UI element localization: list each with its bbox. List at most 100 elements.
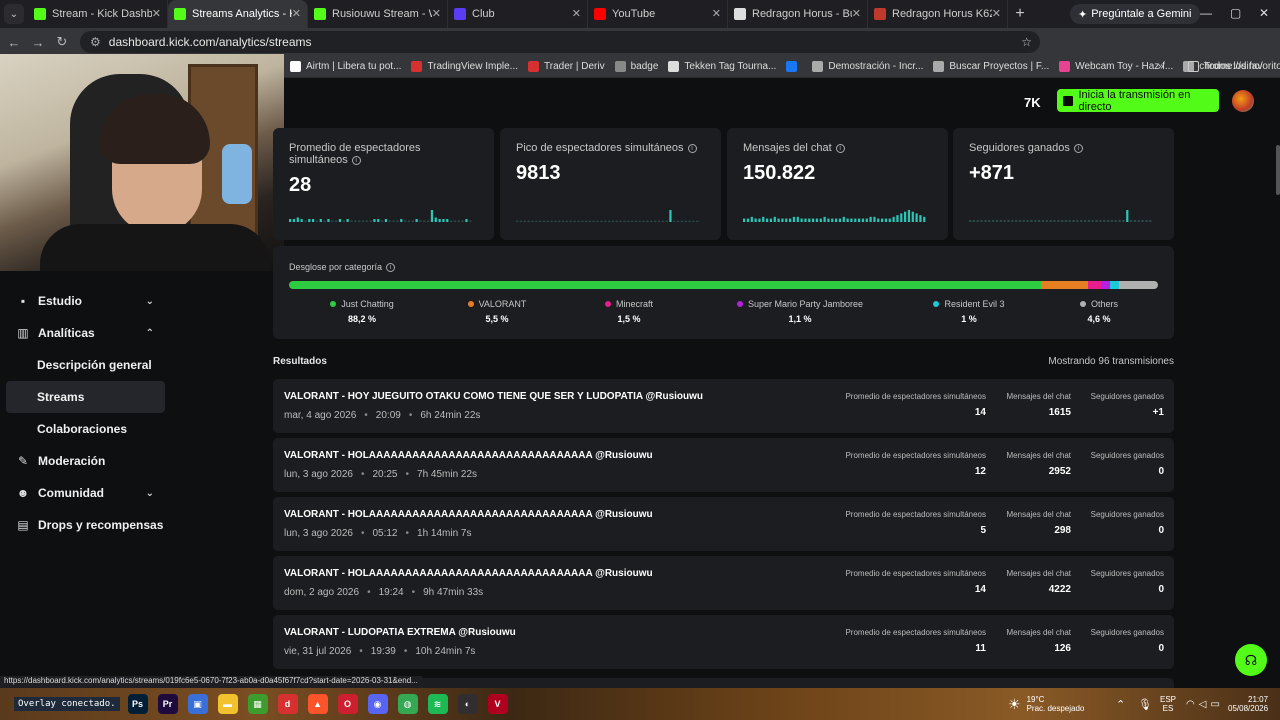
folder-icon[interactable]: ▬	[217, 694, 238, 714]
minimize-icon[interactable]: —	[1200, 6, 1212, 20]
table-row[interactable]: VALORANT - HOLAAAAAAAAAAAAAAAAAAAAAAAAAA…	[273, 497, 1174, 551]
tab-close-icon[interactable]: ✕	[712, 7, 721, 20]
chrome-icon[interactable]: ◍	[397, 694, 418, 714]
language-indicator[interactable]: ESP ES	[1160, 688, 1176, 720]
sidebar-item-moderacion[interactable]: ✎ Moderación	[0, 445, 170, 477]
sidebar-item-comunidad[interactable]: ☻ Comunidad ⌄	[0, 477, 170, 509]
table-row[interactable]: VALORANT - HOLAAAAAAAAAAAAAAAAAAAAAAAAAA…	[273, 556, 1174, 610]
spotify-icon[interactable]: ≋	[427, 694, 448, 714]
chevron-down-icon: ⌄	[145, 487, 154, 499]
gemini-button[interactable]: ✦ Pregúntale a Gemini	[1070, 4, 1200, 24]
category-bar-segment	[1118, 281, 1158, 289]
tab-favicon-icon	[594, 8, 606, 20]
maximize-icon[interactable]: ▢	[1230, 6, 1241, 20]
tab-4[interactable]: Club ✕	[448, 0, 588, 28]
tab-close-icon[interactable]: ✕	[852, 7, 861, 20]
url-input[interactable]: ⚙ dashboard.kick.com/analytics/streams ☆	[80, 31, 1040, 53]
stream-title[interactable]: VALORANT - HOLAAAAAAAAAAAAAAAAAAAAAAAAAA…	[284, 450, 653, 461]
sidebar-item-streams[interactable]: Streams	[6, 381, 165, 413]
brave-icon[interactable]: ▲	[307, 694, 328, 714]
sparkline-bar	[442, 219, 445, 222]
discord-icon[interactable]: ◉	[367, 694, 388, 714]
support-chat-icon[interactable]: ☊	[1235, 644, 1267, 676]
info-icon[interactable]: i	[1073, 143, 1083, 153]
tab-close-icon[interactable]: ✕	[572, 7, 581, 20]
bookmark-item[interactable]: Airtm | Libera tu pot...	[290, 61, 401, 72]
tab-list: Stream - Kick Dashboard✕Streams Analytic…	[28, 0, 1008, 28]
bookmark-star-icon[interactable]: ☆	[1021, 35, 1032, 49]
microphone-icon[interactable]: 🎙	[1138, 688, 1152, 720]
webcam-body	[40, 224, 270, 271]
tab-6[interactable]: Redragon Horus - Buscar✕	[728, 0, 868, 28]
photoshop-icon[interactable]: Ps	[127, 694, 148, 714]
close-window-icon[interactable]: ✕	[1259, 6, 1269, 20]
site-info-icon[interactable]: ⚙	[90, 35, 101, 49]
opera-icon[interactable]: O	[337, 694, 358, 714]
tab-5[interactable]: YouTube ✕	[588, 0, 728, 28]
table-row[interactable]: VALORANT - HOY JUEGUITO OTAKU COMO TIENE…	[273, 379, 1174, 433]
tab-close-icon[interactable]: ✕	[292, 7, 301, 20]
sparkline-bar	[608, 220, 611, 222]
tab-1[interactable]: Stream - Kick Dashboard✕	[28, 0, 168, 28]
table-row[interactable]: VALORANT - LUDOPATIA EXTREMA @Rusiouwu vi…	[273, 615, 1174, 669]
sparkline-bar	[1107, 220, 1110, 222]
tab-search-icon[interactable]: ⌄	[4, 4, 24, 24]
info-icon[interactable]: i	[835, 143, 845, 153]
tab-close-icon[interactable]: ✕	[432, 7, 441, 20]
sidebar-item-drops[interactable]: ▤ Drops y recompensas	[0, 509, 170, 541]
bookmark-item[interactable]: badge	[614, 61, 658, 72]
chevron-up-icon: ⌃	[145, 327, 154, 339]
tab-2[interactable]: Streams Analytics - Kick Da✕	[168, 0, 308, 28]
obs-icon[interactable]: ◐	[457, 694, 478, 714]
sidebar-item-colaboraciones[interactable]: Colaboraciones	[0, 413, 170, 445]
clock[interactable]: 21:07 05/08/2026	[1228, 688, 1268, 720]
back-icon[interactable]: ←	[2, 35, 26, 50]
store-icon[interactable]: ▣	[187, 694, 208, 714]
forward-icon[interactable]: →	[26, 35, 50, 50]
weather-widget[interactable]: ☀ 19°C Prac. despejado	[1008, 688, 1084, 720]
bookmark-item[interactable]: Demostración - Incr...	[812, 61, 923, 72]
info-icon[interactable]: i	[687, 143, 697, 153]
sidebar-item-estudio[interactable]: ▪ Estudio ⌄	[0, 285, 170, 317]
stream-title[interactable]: VALORANT - HOY JUEGUITO OTAKU COMO TIENE…	[284, 391, 703, 402]
sparkline-bar	[1041, 220, 1045, 222]
sparkline-bar	[812, 218, 815, 222]
bookmark-item[interactable]: TradingView Imple...	[411, 61, 518, 72]
bookmarks-overflow-icon[interactable]: »	[1158, 61, 1164, 72]
stream-title[interactable]: VALORANT - HOLAAAAAAAAAAAAAAAAAAAAAAAAAA…	[284, 509, 653, 520]
sparkline-bar	[1068, 220, 1071, 222]
deriv-icon[interactable]: d	[277, 694, 298, 714]
bookmark-item[interactable]: Webcam Toy - Haz f...	[1059, 61, 1173, 72]
sparkline-bar	[358, 220, 361, 222]
voicemeeter-icon[interactable]: V	[487, 694, 508, 714]
info-icon[interactable]: i	[386, 263, 396, 273]
kick-logo[interactable]: 7K	[1024, 95, 1041, 110]
tray-chevron-icon[interactable]: ⌃	[1116, 688, 1125, 720]
scrollbar[interactable]	[1276, 145, 1280, 195]
reload-icon[interactable]: ↻	[50, 34, 74, 50]
bookmark-item[interactable]	[786, 61, 802, 72]
new-tab-button[interactable]: +	[1008, 5, 1032, 23]
tab-7[interactable]: Redragon Horus K622 TKL✕	[868, 0, 1008, 28]
table-row[interactable]: VALORANT - HOLAAAAAAAAAAAAAAAAAAAAAAAAAA…	[273, 438, 1174, 492]
all-bookmarks-button[interactable]: Todos los favoritos	[1188, 61, 1280, 72]
sidebar-item-analiticas[interactable]: ▥ Analíticas ⌃	[0, 317, 170, 349]
premiere-icon[interactable]: Pr	[157, 694, 178, 714]
tab-close-icon[interactable]: ✕	[992, 7, 1001, 20]
sidebar-item-descripcion-general[interactable]: Descripción general	[0, 349, 170, 381]
go-live-button[interactable]: Inicia la transmisión en directo	[1057, 89, 1219, 113]
user-avatar[interactable]	[1232, 90, 1254, 112]
tab-3[interactable]: Rusiouwu Stream - Watch✕	[308, 0, 448, 28]
minecraft-icon[interactable]: ▦	[247, 694, 268, 714]
system-tray-icons[interactable]: ◠ ◁ ▭	[1186, 688, 1220, 720]
bookmark-item[interactable]: Trader | Deriv	[528, 61, 605, 72]
sparkline-bar	[407, 220, 411, 222]
tab-close-icon[interactable]: ✕	[152, 7, 161, 20]
info-icon[interactable]: i	[351, 155, 361, 165]
stream-title[interactable]: VALORANT - HOLAAAAAAAAAAAAAAAAAAAAAAAAAA…	[284, 568, 653, 579]
sparkline-bar	[831, 218, 834, 222]
bookmark-item[interactable]: Buscar Proyectos | F...	[933, 61, 1049, 72]
bookmark-item[interactable]: Tekken Tag Tourna...	[668, 61, 776, 72]
stream-title[interactable]: VALORANT - LUDOPATIA EXTREMA @Rusiouwu	[284, 627, 516, 638]
sparkline-bar	[1007, 220, 1010, 222]
